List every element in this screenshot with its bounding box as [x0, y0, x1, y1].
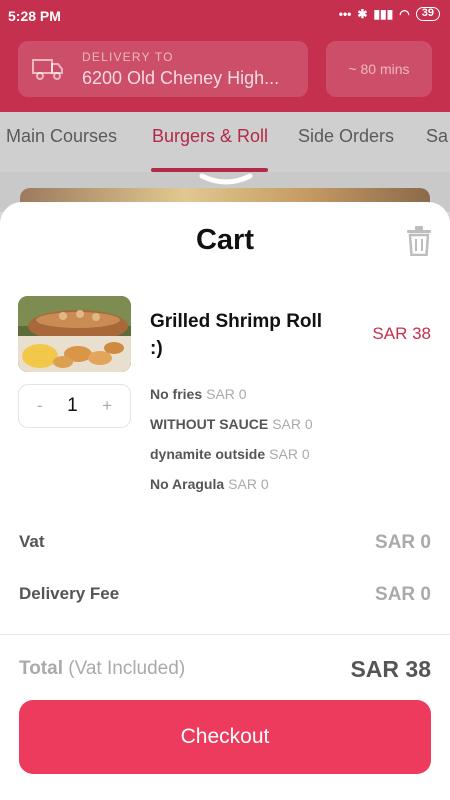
total-label: Total: [19, 658, 63, 679]
wifi-icon: ◠: [399, 7, 410, 21]
delivery-fee-label: Delivery Fee: [19, 584, 120, 603]
category-tabs: Main Courses Burgers & Roll Side Orders …: [0, 112, 450, 172]
delivery-time-box[interactable]: ~ 80 mins: [326, 41, 432, 97]
delivery-label: DELIVERY TO: [82, 50, 174, 64]
delivery-address: 6200 Old Cheney High...: [82, 68, 280, 88]
quantity-value: 1: [67, 395, 78, 416]
checkout-button[interactable]: Checkout: [19, 700, 431, 774]
quantity-stepper: - 1 +: [18, 384, 131, 428]
tab-side-orders[interactable]: Side Orders: [298, 126, 394, 147]
option-row: dynamite outside SAR 0: [150, 446, 310, 462]
bluetooth-icon: ✱: [357, 7, 368, 21]
total-note: (Vat Included): [68, 658, 186, 679]
delivery-fee-value: SAR 0: [375, 584, 431, 605]
delivery-address-box[interactable]: DELIVERY TO 6200 Old Cheney High...: [18, 41, 308, 97]
battery-icon: 39: [415, 7, 440, 21]
total-label-group: Total (Vat Included): [19, 658, 185, 680]
option-row: WITHOUT SAUCE SAR 0: [150, 416, 313, 432]
item-name: Grilled Shrimp Roll :): [150, 311, 323, 359]
delivery-eta: ~ 80 mins: [348, 61, 410, 77]
cart-title: Cart: [195, 224, 254, 256]
option-row: No fries SAR 0: [150, 386, 247, 402]
item-options: No fries SAR 0 WITHOUT SAUCE SAR 0 dynamit…: [150, 386, 313, 506]
total-value: SAR 38: [350, 656, 431, 682]
cart-sheet: Cart Grilled Shrimp Roll :) SAR 38 - 1 +: [0, 202, 450, 800]
tab-main-courses[interactable]: Main Courses: [6, 126, 117, 147]
sheet-handle-icon[interactable]: [198, 170, 254, 188]
item-price: SAR 38: [372, 324, 431, 343]
signal-icon: ▮▮▮: [373, 7, 394, 21]
truck-icon: [32, 59, 63, 80]
tab-burgers-roll[interactable]: Burgers & Roll: [152, 126, 268, 147]
increase-quantity-button[interactable]: +: [102, 396, 112, 416]
more-icon: •••: [338, 7, 352, 21]
tab-next[interactable]: Sa: [426, 126, 448, 147]
divider: [0, 634, 450, 635]
status-bar: 5:28 PM ••• ✱ ▮▮▮ ◠ 39: [0, 0, 450, 32]
option-row: No Aragula SAR 0: [150, 476, 269, 492]
item-image: [18, 296, 131, 372]
vat-value: SAR 0: [375, 532, 431, 553]
decrease-quantity-button[interactable]: -: [37, 396, 43, 416]
trash-icon[interactable]: [406, 226, 432, 256]
status-time: 5:28 PM: [8, 8, 61, 24]
vat-label: Vat: [19, 532, 45, 551]
